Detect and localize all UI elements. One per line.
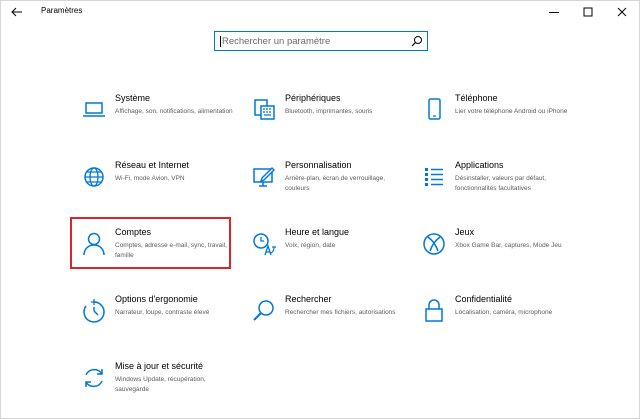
tile-confidentialite[interactable]: Confidentialité Localisation, caméra, mi… — [415, 294, 585, 349]
tile-description: Wi-Fi, mode Avion, VPN — [115, 175, 185, 182]
globe-icon — [81, 164, 107, 190]
tile-description: Désinstaller, valeurs par défaut, foncti… — [455, 175, 547, 192]
title-bar: Paramètres — [1, 1, 639, 23]
tile-title: Personnalisation — [285, 160, 352, 170]
phone-icon — [421, 97, 447, 123]
tile-ergonomie[interactable]: Options d'ergonomie Narrateur, loupe, co… — [75, 294, 245, 349]
lock-icon — [421, 298, 447, 324]
tile-applications[interactable]: Applications Désinstaller, valeurs par d… — [415, 160, 585, 215]
tile-description: Localisation, caméra, microphone — [455, 309, 553, 316]
maximize-icon — [583, 7, 593, 17]
tile-title: Système — [115, 93, 151, 103]
tile-jeux[interactable]: Jeux Xbox Game Bar, captures, Mode Jeu — [415, 227, 585, 282]
time-language-icon — [251, 231, 277, 257]
update-icon — [81, 365, 107, 391]
tile-rechercher[interactable]: Rechercher Rechercher mes fichiers, auto… — [245, 294, 415, 349]
laptop-icon — [81, 97, 107, 123]
settings-window: Paramètres Rechercher un paramètre Systè… — [0, 0, 640, 419]
tile-description: Rechercher mes fichiers, autorisations — [285, 309, 396, 316]
ease-of-access-icon — [81, 298, 107, 324]
tile-description: Narrateur, loupe, contraste élevé — [115, 309, 210, 316]
search-input[interactable]: Rechercher un paramètre — [214, 31, 428, 51]
tile-title: Téléphone — [455, 93, 498, 103]
close-button[interactable] — [605, 1, 639, 23]
tile-reseau[interactable]: Réseau et Internet Wi-Fi, mode Avion, VP… — [75, 160, 245, 215]
minimize-icon — [549, 7, 559, 17]
tile-description: Affichage, son, notifications, alimentat… — [115, 108, 233, 115]
close-icon — [617, 7, 627, 17]
tile-description: Arrière-plan, écran de verrouillage, cou… — [285, 175, 386, 192]
tile-title: Mise à jour et sécurité — [115, 361, 204, 371]
tile-title: Heure et langue — [285, 227, 350, 237]
maximize-button[interactable] — [571, 1, 605, 23]
tile-systeme[interactable]: Système Affichage, son, notifications, a… — [75, 93, 245, 148]
window-controls — [537, 1, 639, 23]
tile-title: Périphériques — [285, 93, 341, 103]
tile-description: Lier votre téléphone Android ou iPhone — [455, 108, 568, 115]
search-icon — [411, 35, 423, 47]
tile-description: Bluetooth, imprimantes, souris — [285, 108, 373, 115]
tile-mise-a-jour[interactable]: Mise à jour et sécurité Windows Update, … — [75, 361, 245, 416]
tile-peripheriques[interactable]: Périphériques Bluetooth, imprimantes, so… — [245, 93, 415, 148]
tile-title: Applications — [455, 160, 504, 170]
tile-telephone[interactable]: Téléphone Lier votre téléphone Android o… — [415, 93, 585, 148]
apps-list-icon — [421, 164, 447, 190]
minimize-button[interactable] — [537, 1, 571, 23]
keyboard-icon — [251, 97, 277, 123]
paint-icon — [251, 164, 277, 190]
xbox-icon — [421, 231, 447, 257]
search-placeholder: Rechercher un paramètre — [220, 36, 331, 47]
highlight-box — [70, 217, 231, 269]
tile-title: Options d'ergonomie — [115, 294, 198, 304]
tile-description: Windows Update, récupération, sauvegarde — [115, 376, 206, 393]
tile-title: Rechercher — [285, 294, 332, 304]
tile-personnalisation[interactable]: Personnalisation Arrière-plan, écran de … — [245, 160, 415, 215]
back-button[interactable] — [7, 3, 27, 21]
tile-title: Jeux — [455, 227, 475, 237]
tile-title: Réseau et Internet — [115, 160, 190, 170]
window-title: Paramètres — [41, 6, 83, 15]
tile-description: Xbox Game Bar, captures, Mode Jeu — [455, 242, 562, 249]
tile-description: Voix, région, date — [285, 242, 336, 249]
back-arrow-icon — [11, 7, 23, 17]
tile-title: Confidentialité — [455, 294, 513, 304]
tile-heure-langue[interactable]: Heure et langue Voix, région, date — [245, 227, 415, 282]
magnifier-icon — [251, 298, 277, 324]
